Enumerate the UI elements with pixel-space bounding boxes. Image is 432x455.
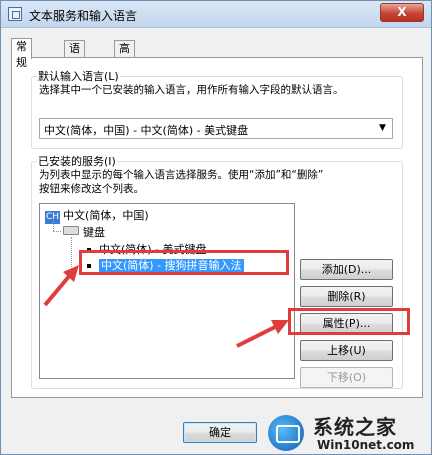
tab-language-bar[interactable]: 语言栏: [64, 40, 85, 87]
default-language-heading: 默认输入语言(L): [37, 68, 120, 84]
watermark-title: 系统之家: [313, 415, 397, 439]
add-button[interactable]: 添加(D)...: [300, 259, 393, 280]
tab-general[interactable]: 常规: [11, 38, 32, 69]
default-language-description: 选择其中一个已安装的输入语言，用作所有输入字段的默认语言。: [39, 84, 344, 96]
tree-language-label: 中文(简体，中国): [63, 209, 149, 222]
annotation-arrow-1: [43, 265, 79, 307]
keyboard-icon: [63, 226, 79, 235]
default-language-select[interactable]: 中文(简体，中国) - 中文(简体) - 美式键盘 ▼: [39, 118, 393, 139]
tree-connector: [53, 231, 61, 232]
default-language-value: 中文(简体，中国) - 中文(简体) - 美式键盘: [44, 124, 249, 137]
highlight-box-sogou: [79, 250, 289, 275]
tree-language-node[interactable]: CH 中文(简体，中国): [45, 207, 149, 224]
highlight-box-properties: [288, 308, 410, 335]
installed-services-description-2: 按钮来修改这个列表。: [39, 183, 144, 195]
move-up-button[interactable]: 上移(U): [300, 340, 393, 361]
watermark-url: Win10net.com: [317, 438, 415, 452]
remove-button[interactable]: 删除(R): [300, 286, 393, 307]
watermark-logo-icon: [268, 415, 304, 451]
ok-button[interactable]: 确定: [183, 422, 257, 443]
tree-category-keyboard[interactable]: 键盘: [83, 224, 105, 240]
tree-connector: [53, 221, 54, 231]
installed-services-heading: 已安装的服务(I): [37, 153, 117, 169]
title-bar[interactable]: 文本服务和输入语言 X: [1, 1, 431, 28]
chevron-down-icon[interactable]: ▼: [374, 120, 391, 137]
tab-advanced-keys[interactable]: 高级键设置: [114, 40, 135, 119]
dialog-window: 文本服务和输入语言 X 常规 语言栏 高级键设置 默认输入语言(L) 选择其中一…: [0, 0, 432, 455]
watermark: 系统之家 Win10net.com: [263, 405, 432, 455]
annotation-arrow-2: [236, 320, 289, 348]
window-title: 文本服务和输入语言: [29, 9, 138, 23]
installed-services-description-1: 为列表中显示的每个输入语言选择服务。使用“添加”和“删除”: [39, 169, 324, 181]
close-button[interactable]: X: [380, 3, 424, 22]
app-icon: [8, 7, 22, 21]
move-down-button[interactable]: 下移(O): [300, 367, 393, 388]
